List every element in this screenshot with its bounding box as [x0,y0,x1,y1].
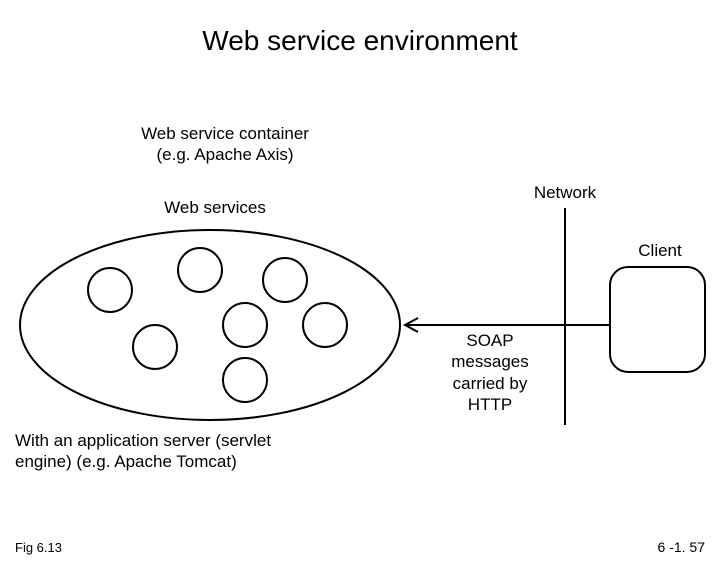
service-circle [263,258,307,302]
figure-number: Fig 6.13 [15,540,62,555]
service-circle [223,358,267,402]
services-label: Web services [155,197,275,218]
appserver-label: With an application server (servletengin… [15,430,335,473]
network-label: Network [520,182,610,203]
service-circle [223,303,267,347]
soap-label: SOAPmessagescarried byHTTP [440,330,540,415]
service-circle [303,303,347,347]
services-ellipse [20,230,400,420]
diagram-svg [0,25,720,565]
client-box [610,267,705,372]
page-number: 6 -1. 57 [658,539,705,555]
service-circle [88,268,132,312]
service-circle [133,325,177,369]
service-circle [178,248,222,292]
client-label: Client [625,240,695,261]
container-label: Web service container(e.g. Apache Axis) [125,123,325,166]
